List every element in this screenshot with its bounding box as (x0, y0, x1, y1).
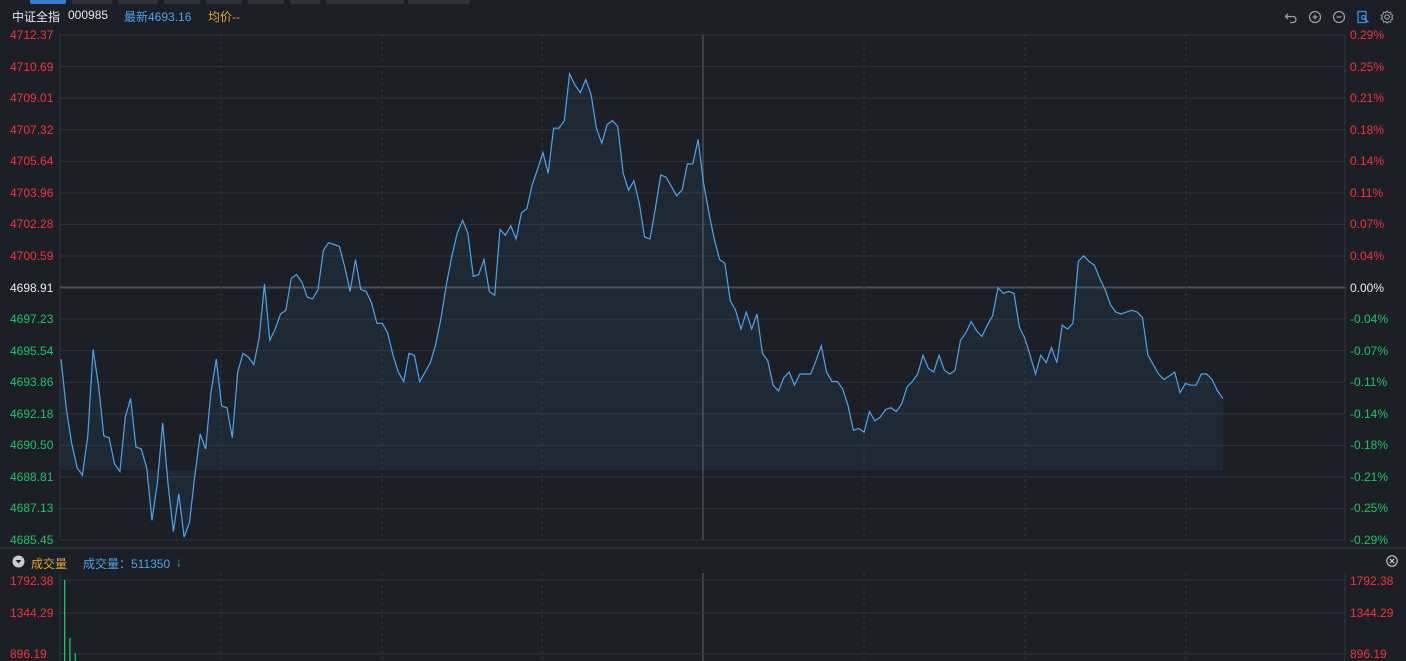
axis-tick-label-right: 0.25% (1350, 59, 1385, 74)
axis-tick-label: 4707.32 (10, 122, 54, 137)
axis-tick-label: 4698.91 (10, 280, 54, 295)
axis-tick-label: 4693.86 (10, 375, 54, 390)
axis-tick-label: 4697.23 (10, 312, 54, 327)
axis-tick-label: 4712.37 (10, 28, 54, 42)
axis-tick-label-right: -0.14% (1350, 406, 1389, 421)
axis-tick-label-right: -0.04% (1350, 312, 1389, 327)
axis-tick-label-right: -0.18% (1350, 438, 1389, 453)
axis-tick-label: 4688.81 (10, 469, 54, 484)
volume-bar (64, 580, 66, 661)
axis-tick-label-right: 0.29% (1350, 28, 1385, 42)
axis-tick-label-right: -0.25% (1350, 501, 1389, 516)
axis-tick-label: 4710.69 (10, 59, 54, 74)
axis-tick-label-right: -0.29% (1350, 533, 1389, 547)
volume-collapse-icon[interactable] (12, 555, 25, 571)
axis-tick-label: 4703.96 (10, 185, 54, 200)
price-area-fill (61, 73, 1223, 538)
axis-tick-label: 896.19 (10, 647, 47, 661)
axis-tick-label-right: 0.18% (1350, 122, 1385, 137)
axis-tick-label-right: -0.07% (1350, 343, 1389, 358)
axis-tick-label-right: -0.11% (1350, 375, 1388, 390)
volume-down-arrow: ↓ (176, 555, 182, 569)
axis-tick-label-right: 0.00% (1350, 280, 1385, 295)
volume-title: 成交量 (31, 557, 68, 571)
axis-tick-label-right: 0.21% (1350, 91, 1385, 106)
axis-tick-label: 1344.29 (10, 606, 54, 620)
axis-tick-label: 4700.59 (10, 248, 54, 263)
volume-bar (69, 637, 71, 661)
axis-tick-label: 4695.54 (10, 343, 54, 358)
axis-tick-label: 4690.50 (10, 438, 54, 453)
axis-tick-label-right: 1344.29 (1350, 606, 1394, 620)
axis-tick-label-right: 0.07% (1350, 217, 1385, 232)
axis-tick-label: 4692.18 (10, 406, 54, 421)
axis-tick-label-right: 0.14% (1350, 154, 1385, 169)
axis-tick-label-right: 896.19 (1350, 647, 1387, 661)
axis-tick-label: 4705.64 (10, 154, 54, 169)
axis-tick-label-right: 1792.38 (1350, 574, 1394, 588)
volume-bars (64, 580, 76, 661)
axis-tick-label: 4709.01 (10, 91, 54, 106)
axis-tick-label: 4687.13 (10, 501, 54, 516)
volume-header: 成交量 成交量：511350 ↓ (0, 552, 1406, 572)
volume-value: 成交量：511350 (83, 557, 171, 571)
axis-tick-label: 4685.45 (10, 533, 54, 547)
close-icon[interactable] (1386, 555, 1398, 570)
axis-tick-label: 4702.28 (10, 217, 54, 232)
axis-tick-label: 1792.38 (10, 574, 54, 588)
axis-tick-label-right: 0.04% (1350, 248, 1385, 263)
axis-tick-label-right: -0.21% (1350, 469, 1389, 484)
axis-tick-label-right: 0.11% (1350, 185, 1384, 200)
volume-bar (74, 653, 76, 661)
